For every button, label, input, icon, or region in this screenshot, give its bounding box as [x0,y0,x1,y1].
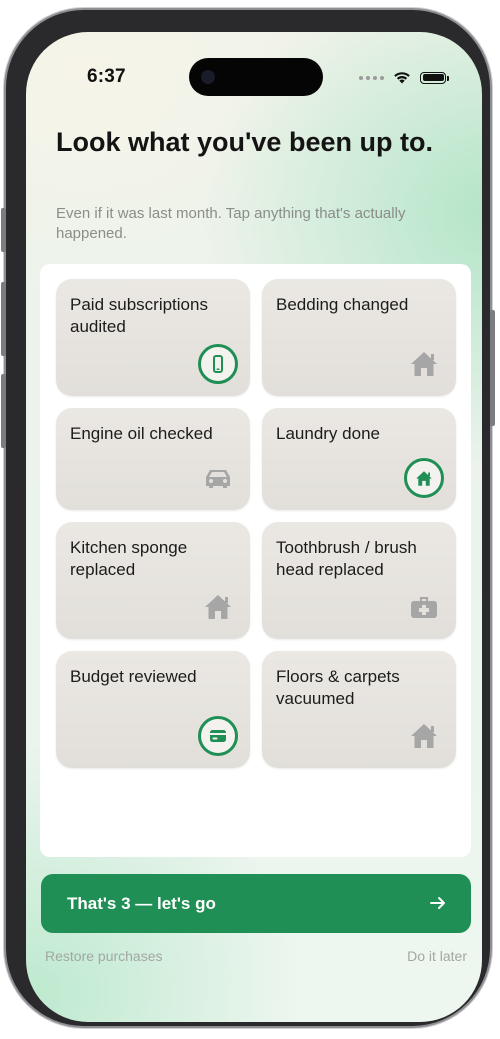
app-screen: 6:37 Look what you've been up to. Even i… [26,32,482,1022]
tile-bedding-changed[interactable]: Bedding changed [262,279,456,396]
continue-button-label: That's 3 — let's go [67,893,216,913]
tile-label: Laundry done [276,424,380,443]
battery-icon [420,71,449,84]
restore-purchases-link[interactable]: Restore purchases [45,948,163,964]
card-icon [198,716,238,756]
house-icon [404,458,444,498]
tile-label: Engine oil checked [70,424,213,443]
tile-label: Kitchen sponge replaced [70,538,188,579]
page-title: Look what you've been up to. [56,127,433,157]
cellular-signal-icon [359,75,384,80]
status-time: 6:37 [87,66,126,87]
tile-floors-carpets-vacuumed[interactable]: Floors & carpets vacuumed [262,651,456,768]
do-it-later-link[interactable]: Do it later [407,948,467,964]
phone-frame: 6:37 Look what you've been up to. Even i… [1,10,495,1026]
tile-budget-reviewed[interactable]: Budget reviewed [56,651,250,768]
tile-kitchen-sponge-replaced[interactable]: Kitchen sponge replaced [56,522,250,639]
tile-label: Bedding changed [276,295,409,314]
volume-up-button [1,282,6,356]
tile-toothbrush-replaced[interactable]: Toothbrush / brush head replaced [262,522,456,639]
dynamic-island [189,58,323,96]
car-icon [200,460,236,496]
page-subtitle: Even if it was last month. Tap anything … [56,205,406,242]
tile-label: Budget reviewed [70,667,197,686]
tile-label: Paid subscriptions audited [70,295,208,336]
activity-panel: Paid subscriptions audited Bedding chang… [40,264,471,857]
tile-laundry-done[interactable]: Laundry done [262,408,456,510]
mute-switch [1,208,6,252]
tile-label: Toothbrush / brush head replaced [276,538,417,579]
house-icon [406,346,442,382]
volume-down-button [1,374,6,448]
tile-label: Floors & carpets vacuumed [276,667,400,708]
medkit-icon [406,589,442,625]
house-icon [406,718,442,754]
wifi-icon [394,72,410,84]
house-icon [200,589,236,625]
status-indicators [359,70,449,85]
camera-icon [201,70,215,84]
phone-icon [198,344,238,384]
tile-engine-oil-checked[interactable]: Engine oil checked [56,408,250,510]
tile-paid-subscriptions-audited[interactable]: Paid subscriptions audited [56,279,250,396]
continue-button[interactable]: That's 3 — let's go [41,874,471,933]
side-button [490,310,495,426]
arrow-right-icon [430,897,445,909]
